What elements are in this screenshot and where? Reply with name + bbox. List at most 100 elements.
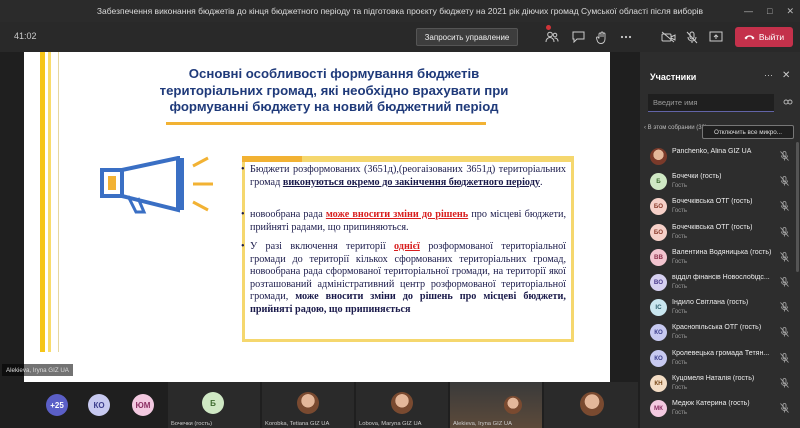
participant-row[interactable]: КН Куцомеля Наталія (гость) Гость <box>640 371 800 397</box>
bullet-text-segment: виконуються окремо до закінчення бюджетн… <box>282 176 540 188</box>
participant-name: Бочечківська ОТГ (гость) <box>672 223 753 231</box>
mic-off-icon[interactable] <box>780 352 789 365</box>
participant-photo <box>391 392 413 414</box>
window-titlebar: Забезпечення виконання бюджетів до кінця… <box>0 0 800 22</box>
camera-off-icon[interactable] <box>660 29 676 45</box>
participant-photo <box>504 396 522 414</box>
share-screen-icon[interactable] <box>708 29 724 45</box>
participant-row[interactable]: БО Бочечківська ОТГ (гость) Гость <box>640 220 800 246</box>
participant-role: Гость <box>672 208 688 215</box>
mic-off-icon[interactable] <box>780 251 789 264</box>
avatar: ІС <box>650 299 667 317</box>
slide-bullet: • У разі включення території однієї розфо… <box>241 241 566 315</box>
slide-decor-bar <box>40 52 45 352</box>
raise-hand-icon[interactable] <box>594 29 610 45</box>
mic-off-icon[interactable] <box>780 176 789 188</box>
participant-search-input[interactable]: Введите имя <box>648 94 774 112</box>
video-tile[interactable]: Б Бочечки (гость) <box>168 382 260 428</box>
avatar: Б <box>650 173 667 191</box>
tile-name: Korobka, Tetiana GIZ UA <box>265 421 330 427</box>
minimize-icon[interactable]: — <box>744 6 753 16</box>
participant-role: Гость <box>672 183 688 190</box>
slide-title-line: формуванні бюджету на новий бюджетний пе… <box>169 99 499 114</box>
leave-button[interactable]: Выйти <box>735 27 793 47</box>
mic-off-icon[interactable] <box>780 403 789 415</box>
mic-off-icon[interactable] <box>780 201 789 213</box>
close-icon[interactable]: ✕ <box>786 6 794 17</box>
avatar: ВО <box>650 274 667 291</box>
request-control-button[interactable]: Запросить управление <box>416 28 518 46</box>
participant-row[interactable]: ВО відділ фінансів Новослобідс... Гость <box>640 270 800 296</box>
bullet-text-segment: може вносити зміни до рішень про місцеві… <box>250 291 566 315</box>
avatar: Б <box>202 392 224 414</box>
participant-row[interactable]: БО Бочечківська ОТГ (гость) Гость <box>640 194 800 220</box>
video-tile[interactable]: Korobka, Tetiana GIZ UA <box>262 382 354 428</box>
presenter-name-label: Alekieva, Iryna GIZ UA <box>2 364 73 376</box>
participant-name: Panchenko, Alina GIZ UA <box>672 148 752 155</box>
more-icon[interactable]: ··· <box>764 70 773 80</box>
participant-photo <box>580 392 604 416</box>
mic-off-icon[interactable] <box>684 29 700 45</box>
mic-off-icon[interactable] <box>780 151 789 163</box>
participant-name: Валентина Водяницька (гость) <box>672 248 772 256</box>
bullet-text-segment: . <box>539 176 543 188</box>
participant-name: Куцомеля Наталія (гость) <box>672 374 755 382</box>
bullet-text-segment: однієї <box>393 241 420 252</box>
participant-row[interactable]: Б Бочечки (гость) Гость <box>640 169 800 195</box>
participant-photo <box>297 392 319 414</box>
participant-role: Гость <box>672 334 688 341</box>
participant-name: Медюк Катерина (гость) <box>672 400 750 407</box>
avatar: ВВ <box>650 248 667 266</box>
avatar: БО <box>650 198 667 216</box>
participant-role: Гость <box>672 384 688 391</box>
shared-content-stage: Основні особливості формування бюджетів … <box>0 52 640 428</box>
participant-name: Кролевецька громада Тетян... <box>672 349 770 357</box>
phone-hangup-icon <box>744 35 755 40</box>
participants-icon[interactable] <box>544 29 560 45</box>
slide-bullet: • новообрана рада може вносити зміни до р… <box>241 209 566 233</box>
section-header[interactable]: ‹ В этом собрании (32) <box>644 124 707 132</box>
participant-name: Краснопільська ОТГ (гость) <box>672 324 762 332</box>
participant-row[interactable]: Panchenko, Alina GIZ UA <box>640 144 800 170</box>
video-tile[interactable]: Lobova, Maryna GIZ UA <box>356 382 448 428</box>
overflow-participants-count[interactable]: +25 <box>46 394 68 416</box>
share-invite-icon[interactable] <box>783 98 793 108</box>
slide-title: Основні особливості формування бюджетів … <box>134 66 534 116</box>
bullet-text-segment: може вносити зміни до рішень <box>325 209 469 220</box>
mic-off-icon[interactable] <box>780 302 789 314</box>
mic-off-icon[interactable] <box>780 277 789 289</box>
participant-row[interactable]: ІС Індило Світлана (гость) Гость <box>640 295 800 321</box>
participant-row[interactable]: КО Кролевецька громада Тетян... Гость <box>640 346 800 372</box>
tile-name: Бочечки (гость) <box>171 421 213 427</box>
avatar[interactable]: КО <box>88 394 110 416</box>
slide-title-line: Основні особливості формування бюджетів <box>188 66 480 81</box>
megaphone-icon <box>100 156 213 214</box>
avatar: КН <box>650 374 667 392</box>
mic-off-icon[interactable] <box>780 226 789 239</box>
chat-icon[interactable] <box>570 29 586 45</box>
participant-row[interactable]: МК Медюк Катерина (гость) Гость <box>640 396 800 422</box>
presentation-slide: Основні особливості формування бюджетів … <box>24 52 610 385</box>
video-tile[interactable] <box>544 382 638 428</box>
slide-decor-bar <box>48 52 51 352</box>
video-tile[interactable]: Alekieva, Iryna GIZ UA <box>450 382 542 428</box>
title-underline <box>166 122 486 125</box>
section-label: В этом собрании (32) <box>647 125 707 131</box>
meeting-timer: 41:02 <box>14 31 37 41</box>
slide-bullet: • Бюджети розформованих (3651д),(реогаізо… <box>241 164 566 188</box>
participant-role: Гость <box>672 309 688 316</box>
more-icon[interactable] <box>618 29 634 45</box>
avatar: БО <box>650 223 667 241</box>
mic-off-icon[interactable] <box>780 327 789 339</box>
participant-row[interactable]: ВВ Валентина Водяницька (гость) Гость <box>640 245 800 271</box>
mic-off-icon[interactable] <box>780 377 789 390</box>
close-icon[interactable]: ✕ <box>782 70 790 81</box>
bullet-text-segment: У разі включення території <box>250 241 394 252</box>
participant-row[interactable]: КО Краснопільська ОТГ (гость) Гость <box>640 320 800 346</box>
participants-panel: Участники ··· ✕ Введите имя ‹ В этом соб… <box>640 52 800 428</box>
maximize-icon[interactable]: □ <box>767 6 772 16</box>
avatar: МК <box>650 400 667 417</box>
tile-name: Alekieva, Iryna GIZ UA <box>453 421 512 427</box>
avatar[interactable]: ЮМ <box>132 394 154 416</box>
mute-all-button[interactable]: Отключить все микро... <box>702 125 794 139</box>
